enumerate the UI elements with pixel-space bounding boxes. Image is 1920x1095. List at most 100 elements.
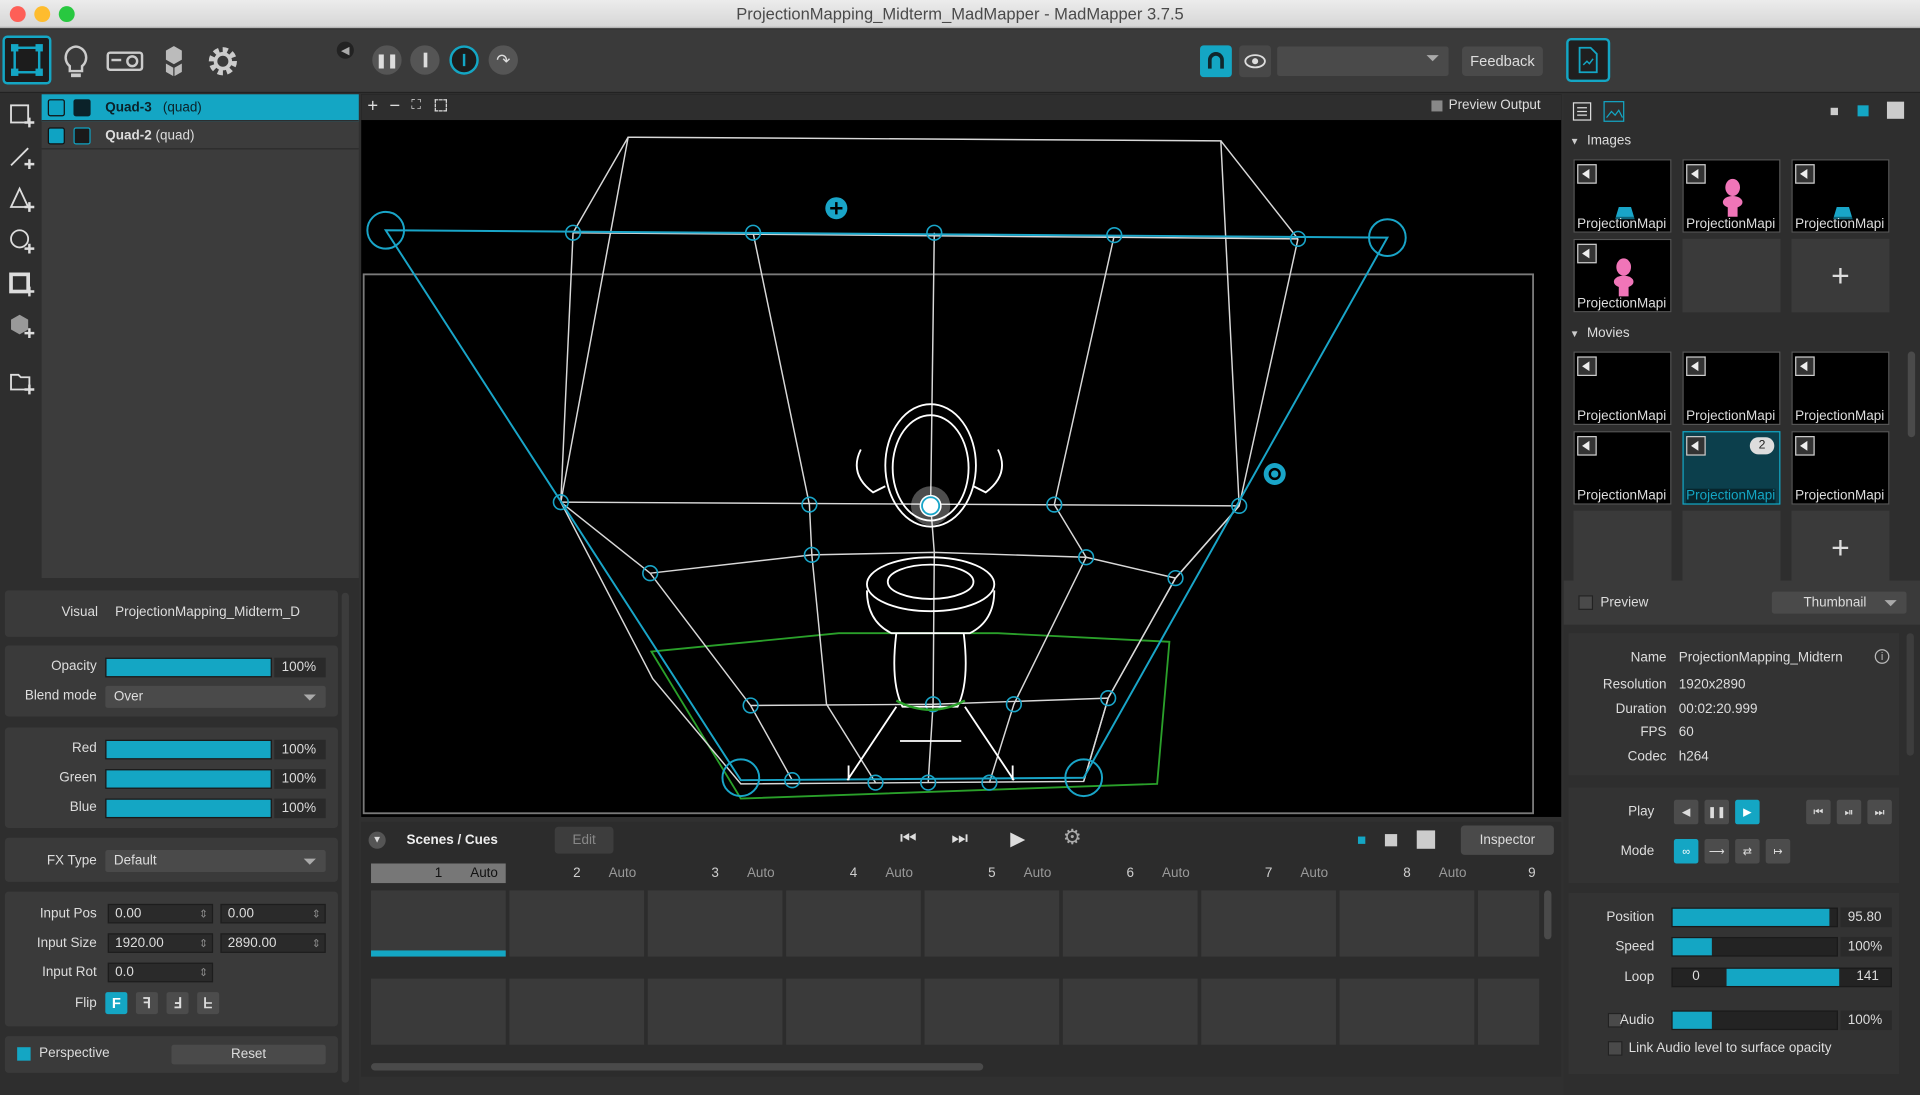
movie-thumbnail[interactable]: ProjectionMapi xyxy=(1791,431,1890,505)
position-value[interactable]: 95.80 xyxy=(1840,907,1892,928)
opacity-slider[interactable] xyxy=(105,657,272,678)
visual-value[interactable]: ProjectionMapping_Midterm_D xyxy=(115,605,300,620)
step-icon[interactable]: ⏯ xyxy=(1836,799,1862,825)
fx-type-select[interactable]: Default xyxy=(105,850,326,873)
play-icon[interactable] xyxy=(1686,356,1706,377)
play-icon[interactable] xyxy=(1577,436,1597,456)
movies-expand-icon[interactable]: ▼ xyxy=(1570,328,1580,339)
cue-cell[interactable] xyxy=(371,890,506,957)
cue-cell[interactable] xyxy=(1062,978,1198,1045)
cue-cell[interactable] xyxy=(509,890,645,957)
edit-scenes-button[interactable]: Edit xyxy=(554,826,614,854)
cue-cell[interactable] xyxy=(1062,890,1198,957)
input-size-w-field[interactable]: 1920.00 xyxy=(107,933,214,953)
input-pos-y-field[interactable]: 0.00 xyxy=(220,903,326,924)
media-view-icon[interactable] xyxy=(1603,100,1625,122)
image-thumbnail[interactable]: ProjectionMapi xyxy=(1573,159,1672,233)
layer-item[interactable]: Quad-3 (quad) xyxy=(41,94,359,122)
fit-view-icon[interactable]: ⛶ xyxy=(411,98,420,114)
cue-cell[interactable] xyxy=(1201,978,1336,1045)
small-thumb-icon[interactable] xyxy=(1830,107,1838,116)
audio-slider[interactable] xyxy=(1671,1010,1838,1031)
perspective-checkbox[interactable] xyxy=(17,1047,31,1061)
play-icon[interactable] xyxy=(1795,164,1815,184)
empty-slot[interactable] xyxy=(1682,510,1781,585)
cue-4-header[interactable]: 4 Auto xyxy=(786,863,921,883)
cue-cell[interactable] xyxy=(509,978,645,1045)
red-value[interactable]: 100% xyxy=(274,739,326,760)
feedback-button[interactable]: Feedback xyxy=(1462,46,1543,76)
input-rot-field[interactable]: 0.0 xyxy=(107,962,214,983)
preview-visibility-button[interactable] xyxy=(1239,45,1272,78)
lights-mode-button[interactable] xyxy=(51,37,100,86)
go-to-start-icon[interactable]: ⏮ xyxy=(1806,799,1831,825)
add-mask-icon[interactable] xyxy=(9,271,36,298)
preview-checkbox[interactable] xyxy=(1578,595,1594,610)
cue-cell[interactable] xyxy=(1339,978,1475,1045)
add-quad-icon[interactable] xyxy=(9,102,36,129)
cue-7-header[interactable]: 7 Auto xyxy=(1201,863,1336,883)
reset-button[interactable]: Reset xyxy=(171,1044,326,1065)
stop-button[interactable] xyxy=(410,45,440,75)
flip-horizontal-icon[interactable]: ꟻ xyxy=(135,992,158,1015)
cue-cell[interactable] xyxy=(1477,978,1540,1045)
add-triangle-icon[interactable] xyxy=(9,186,36,213)
add-circle-icon[interactable] xyxy=(9,228,36,255)
media-scrollbar[interactable] xyxy=(1907,351,1916,438)
loop-end-value[interactable]: 141 xyxy=(1856,969,1878,984)
movie-thumbnail[interactable]: ProjectionMapi xyxy=(1791,351,1890,426)
info-scrollbar[interactable] xyxy=(1906,633,1914,756)
output-select[interactable] xyxy=(1277,46,1449,76)
cue-2-header[interactable]: 2 Auto xyxy=(509,863,644,883)
lock-icon[interactable] xyxy=(73,127,91,145)
play-icon[interactable] xyxy=(1686,436,1706,456)
magnet-snap-button[interactable] xyxy=(1200,45,1232,78)
play-forward-icon[interactable]: ▶ xyxy=(1735,799,1760,825)
3d-objects-mode-button[interactable] xyxy=(149,37,198,86)
restart-button[interactable]: ↷ xyxy=(488,45,518,75)
ping-pong-icon[interactable]: ⇄ xyxy=(1735,838,1760,864)
layer-visible-checkbox[interactable] xyxy=(47,99,65,117)
inspector-button[interactable]: Inspector xyxy=(1460,825,1554,855)
image-thumbnail[interactable]: ProjectionMapi xyxy=(1573,238,1672,313)
cue-settings-gear-icon[interactable]: ⚙ xyxy=(1063,826,1082,850)
add-3d-object-icon[interactable] xyxy=(9,312,36,339)
play-icon[interactable] xyxy=(1795,356,1815,377)
add-movie-icon[interactable]: + xyxy=(1791,510,1890,585)
speed-value[interactable]: 100% xyxy=(1840,936,1892,957)
projectors-mode-button[interactable] xyxy=(100,37,149,86)
blue-slider[interactable] xyxy=(105,798,272,819)
close-window-button[interactable] xyxy=(9,6,26,23)
add-line-icon[interactable] xyxy=(9,143,36,170)
green-slider[interactable] xyxy=(105,769,272,789)
add-image-icon[interactable]: + xyxy=(1791,238,1890,313)
cue-cell[interactable] xyxy=(371,978,506,1045)
info-icon[interactable]: i xyxy=(1874,649,1890,664)
cue-6-header[interactable]: 6 Auto xyxy=(1063,863,1198,883)
cue-cell[interactable] xyxy=(1339,890,1475,957)
input-size-h-field[interactable]: 2890.00 xyxy=(220,933,326,953)
link-audio-checkbox[interactable] xyxy=(1607,1041,1623,1056)
preview-output-checkbox[interactable] xyxy=(1431,100,1443,112)
empty-slot[interactable] xyxy=(1573,510,1672,585)
minimize-window-button[interactable] xyxy=(34,6,51,23)
zoom-out-icon[interactable]: − xyxy=(389,96,400,117)
scenes-vertical-scrollbar[interactable] xyxy=(1544,890,1552,940)
cue-5-header[interactable]: 5 Auto xyxy=(924,863,1059,883)
small-view-icon[interactable] xyxy=(1357,836,1366,844)
collapse-scenes-icon[interactable]: ▼ xyxy=(368,831,386,849)
green-value[interactable]: 100% xyxy=(274,769,326,789)
flip-none-icon[interactable]: F xyxy=(105,992,128,1015)
blend-mode-select[interactable]: Over xyxy=(105,685,326,708)
play-icon[interactable] xyxy=(1686,164,1706,184)
medium-view-icon[interactable] xyxy=(1384,834,1398,847)
add-group-folder-icon[interactable] xyxy=(9,369,36,396)
blue-value[interactable]: 100% xyxy=(274,798,326,819)
zoom-in-icon[interactable]: + xyxy=(367,96,378,117)
speed-slider[interactable] xyxy=(1671,936,1838,957)
go-to-end-icon[interactable]: ⏭ xyxy=(1867,799,1892,825)
cue-3-header[interactable]: 3 Auto xyxy=(648,863,783,883)
output-viewer[interactable] xyxy=(361,94,1562,817)
play-once-icon[interactable]: ⟶ xyxy=(1704,838,1729,864)
select-area-icon[interactable] xyxy=(434,99,447,112)
